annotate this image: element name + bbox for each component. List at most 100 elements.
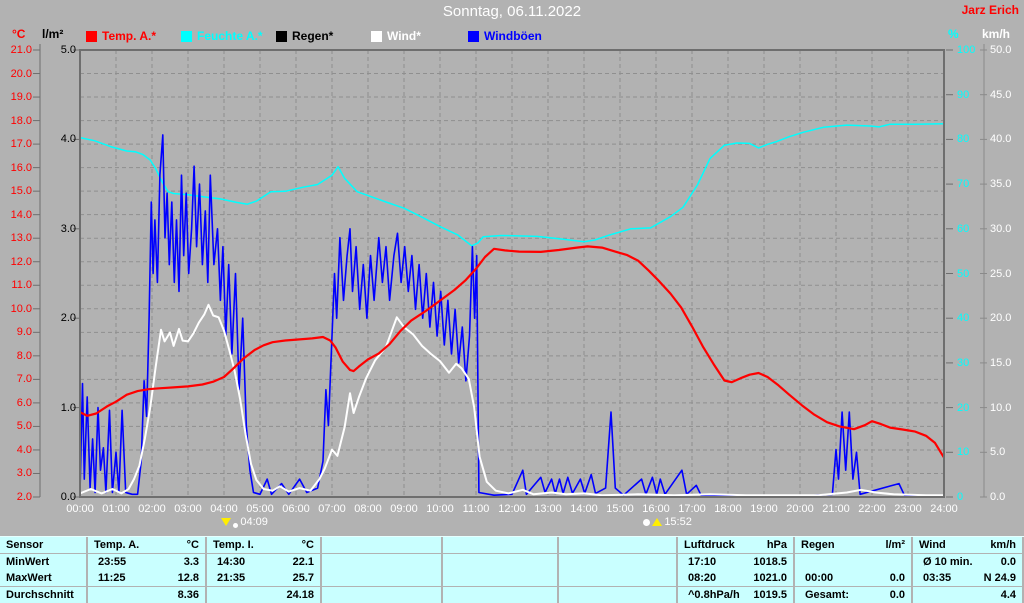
table-cell-wind-max: 03:35N 24.9 — [913, 570, 1022, 586]
cell-value-label: 0.0 — [1001, 554, 1016, 570]
table-cell-empty-3-min — [559, 554, 676, 570]
temp-tick-label: 6.0 — [2, 397, 32, 409]
temp-tick-label: 13.0 — [2, 232, 32, 244]
cell-value-label: N 24.9 — [984, 570, 1016, 586]
row-header-label: MaxWert — [6, 570, 52, 586]
table-cell-empty-3-header — [559, 537, 676, 553]
time-tick-label: 24:00 — [922, 503, 966, 515]
table-cell-empty-2-avg — [443, 587, 557, 603]
cell-time-label: 08:20 — [688, 570, 716, 586]
table-cell-regen-max: 00:000.0 — [795, 570, 911, 586]
sun-up-marker: 15:52 — [643, 516, 692, 528]
temp-tick-label: 8.0 — [2, 350, 32, 362]
cell-value-label: l/m² — [885, 537, 905, 553]
wind-tick-label: 5.0 — [990, 446, 1022, 458]
row-header-label: Sensor — [6, 537, 43, 553]
cell-value-label: 12.8 — [178, 570, 199, 586]
stats-table: SensorMinWertMaxWertDurchschnitt Temp. A.… — [0, 536, 1024, 603]
table-row-header: MinWert — [0, 554, 86, 570]
cell-value-label: 1021.0 — [753, 570, 787, 586]
table-cell-empty-3-max — [559, 570, 676, 586]
table-row-header: Durchschnitt — [0, 587, 86, 603]
temp-tick-label: 20.0 — [2, 68, 32, 80]
cell-time-label: 17:10 — [688, 554, 716, 570]
humidity-tick-label: 100 — [957, 44, 983, 56]
wind-tick-label: 0.0 — [990, 491, 1022, 503]
temp-tick-label: 14.0 — [2, 209, 32, 221]
sun-dot-icon — [233, 523, 238, 528]
sun-up-arrow-icon — [652, 518, 662, 526]
cell-time-label: Temp. I. — [213, 537, 254, 553]
temp-tick-label: 15.0 — [2, 185, 32, 197]
wind-tick-label: 35.0 — [990, 178, 1022, 190]
temp-tick-label: 5.0 — [2, 420, 32, 432]
cell-time-label: 23:55 — [98, 554, 126, 570]
sun-down-marker: 04:09 — [221, 516, 268, 528]
row-header-label: MinWert — [6, 554, 49, 570]
temp-tick-label: 3.0 — [2, 467, 32, 479]
table-cell-empty-2-min — [443, 554, 557, 570]
cell-time-label: 11:25 — [98, 570, 126, 586]
table-cell-temp-i-min: 14:30 22.1 — [207, 554, 320, 570]
table-cell-luftdruck-header: LuftdruckhPa — [678, 537, 793, 553]
temp-tick-label: 2.0 — [2, 491, 32, 503]
cell-value-label: 4.4 — [1001, 587, 1016, 603]
wind-tick-label: 15.0 — [990, 357, 1022, 369]
table-cell-empty-1-min — [322, 554, 441, 570]
table-cell-temp-a-header: Temp. A.°C — [88, 537, 205, 553]
table-cell-temp-i-max: 21:3525.7 — [207, 570, 320, 586]
table-cell-empty-2-max — [443, 570, 557, 586]
cell-value-label: hPa — [767, 537, 787, 553]
table-cell-empty-3-avg — [559, 587, 676, 603]
wind-tick-label: 10.0 — [990, 402, 1022, 414]
cell-value-label: 3.3 — [184, 554, 199, 570]
cell-time-label: Gesamt: — [805, 587, 849, 603]
cell-value-label: 1019.5 — [753, 587, 787, 603]
wind-tick-label: 45.0 — [990, 89, 1022, 101]
series-windb-en — [80, 135, 944, 496]
wind-tick-label: 25.0 — [990, 268, 1022, 280]
temp-tick-label: 16.0 — [2, 162, 32, 174]
humidity-tick-label: 50 — [957, 268, 983, 280]
table-cell-temp-a-avg: 8.36 — [88, 587, 205, 603]
sun-up-time: 15:52 — [664, 516, 692, 528]
cell-value-label: 0.0 — [890, 587, 905, 603]
humidity-tick-label: 40 — [957, 312, 983, 324]
table-cell-empty-1-header — [322, 537, 441, 553]
table-cell-wind-min: Ø 10 min.0.0 — [913, 554, 1022, 570]
cell-value-label: °C — [302, 537, 314, 553]
rain-tick-label: 1.0 — [48, 402, 76, 414]
table-cell-luftdruck-max: 08:20 1021.0 — [678, 570, 793, 586]
humidity-tick-label: 30 — [957, 357, 983, 369]
rain-tick-label: 5.0 — [48, 44, 76, 56]
sun-dot-icon — [643, 519, 650, 526]
cell-value-label: °C — [187, 537, 199, 553]
rain-tick-label: 4.0 — [48, 133, 76, 145]
wind-tick-label: 30.0 — [990, 223, 1022, 235]
cell-time-label: 21:35 — [217, 570, 245, 586]
table-cell-regen-min — [795, 554, 911, 570]
cell-value-label: km/h — [990, 537, 1016, 553]
table-row-header: MaxWert — [0, 570, 86, 586]
cell-value-label: 1018.5 — [753, 554, 787, 570]
table-cell-luftdruck-min: 17:10 1018.5 — [678, 554, 793, 570]
temp-tick-label: 10.0 — [2, 303, 32, 315]
table-row-header: Sensor — [0, 537, 86, 553]
table-cell-empty-2-header — [443, 537, 557, 553]
cell-time-label: Wind — [919, 537, 946, 553]
humidity-tick-label: 20 — [957, 402, 983, 414]
table-cell-empty-1-avg — [322, 587, 441, 603]
cell-value-label: 22.1 — [293, 554, 314, 570]
table-cell-temp-a-max: 11:25 12.8 — [88, 570, 205, 586]
table-cell-empty-1-max — [322, 570, 441, 586]
humidity-tick-label: 90 — [957, 89, 983, 101]
temp-tick-label: 21.0 — [2, 44, 32, 56]
wind-tick-label: 40.0 — [990, 133, 1022, 145]
cell-time-label: 00:00 — [805, 570, 833, 586]
humidity-tick-label: 0 — [957, 491, 983, 503]
cell-time-label: 14:30 — [217, 554, 245, 570]
table-cell-luftdruck-avg: ^0.8hPa/h1019.5 — [678, 587, 793, 603]
wind-tick-label: 50.0 — [990, 44, 1022, 56]
humidity-tick-label: 70 — [957, 178, 983, 190]
row-header-label: Durchschnitt — [6, 587, 74, 603]
